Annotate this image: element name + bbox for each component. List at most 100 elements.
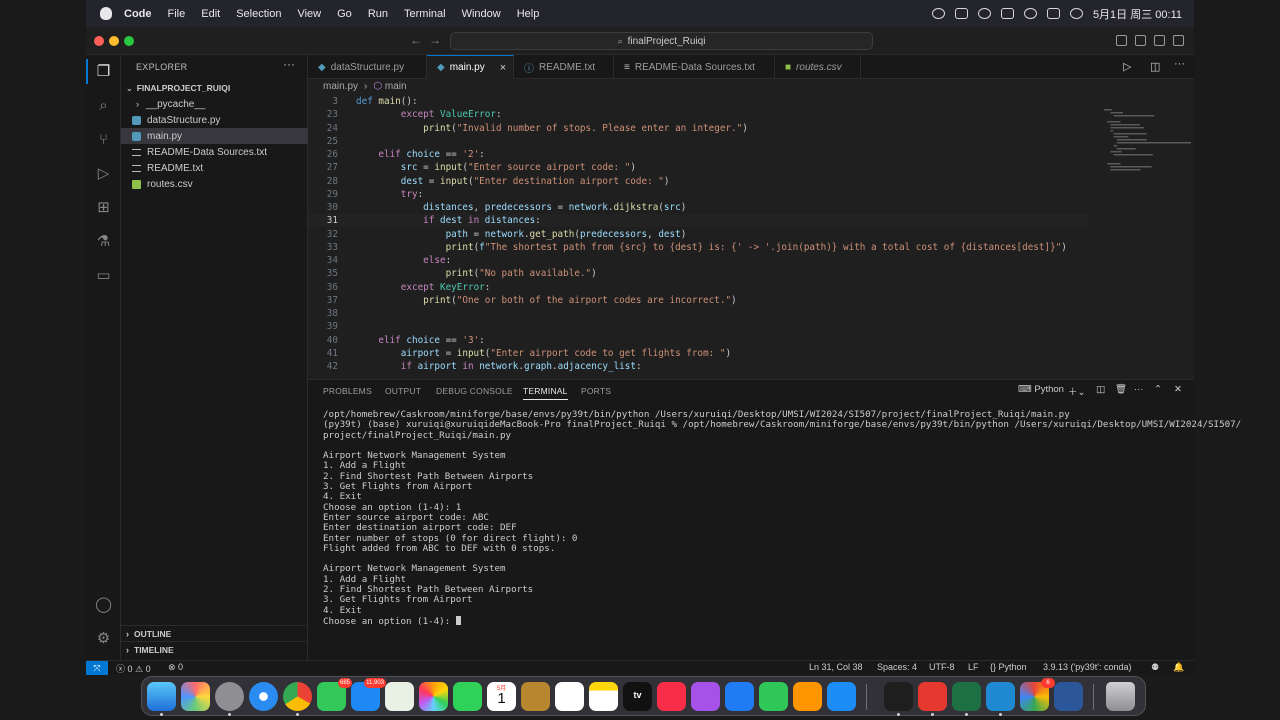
control-center-icon[interactable] — [1046, 8, 1060, 19]
pages-icon[interactable] — [793, 682, 822, 711]
trash-icon[interactable]: 🗑 — [1115, 384, 1127, 395]
encoding[interactable]: UTF-8 — [929, 662, 955, 672]
source-control-icon[interactable]: ⑂ — [95, 131, 112, 148]
tree-item-routes[interactable]: routes.csv — [121, 176, 308, 192]
tab-ports[interactable]: PORTS — [581, 386, 611, 396]
reminders-icon[interactable] — [555, 682, 584, 711]
breadcrumb-file[interactable]: main.py — [323, 81, 358, 92]
timeline-section[interactable]: › TIMELINE — [121, 641, 308, 657]
tab-problems[interactable]: PROBLEMS — [323, 386, 372, 396]
screen-mirror-icon[interactable] — [954, 8, 968, 19]
system-settings-icon[interactable] — [215, 682, 244, 711]
back-arrow-icon[interactable]: ← — [410, 33, 422, 47]
more-actions-icon[interactable]: ··· — [283, 57, 295, 71]
tab-datastructure[interactable]: ◆ dataStructure.py — [308, 55, 427, 79]
accounts-icon[interactable]: ◯ — [95, 596, 112, 613]
toggle-panel-icon[interactable] — [1135, 35, 1146, 46]
notifications-icon[interactable]: 🔔 — [1173, 662, 1184, 673]
code-line[interactable]: 30 distances, predecessors = network.dij… — [308, 201, 1088, 214]
code-line[interactable]: 25 — [308, 135, 1088, 148]
code-line[interactable]: 28 dest = input("Enter destination airpo… — [308, 175, 1088, 188]
menu-view[interactable]: View — [297, 8, 321, 20]
code-line[interactable]: 35 print("No path available.") — [308, 267, 1088, 280]
clock[interactable]: 5月1日 周三 00:11 — [1093, 6, 1182, 22]
code-line[interactable]: 37 print("One or both of the airport cod… — [308, 294, 1088, 307]
tab-readme-data-sources[interactable]: ≡ README-Data Sources.txt — [614, 55, 775, 79]
gear-icon[interactable]: ⚙ — [95, 630, 112, 647]
cursor-position[interactable]: Ln 31, Col 38 — [809, 662, 863, 672]
testing-icon[interactable]: ⚗ — [95, 233, 112, 250]
messages-icon[interactable]: 685 — [317, 678, 352, 711]
code-line[interactable]: 33 print(f"The shortest path from {src} … — [308, 241, 1088, 254]
safari-icon[interactable] — [249, 682, 278, 711]
terminal-output[interactable]: /opt/homebrew/Caskroom/miniforge/base/en… — [323, 409, 1241, 627]
code-line[interactable]: 42 if airport in network.graph.adjacency… — [308, 360, 1088, 373]
split-terminal-icon[interactable]: ◫ — [1096, 384, 1105, 395]
app-store-icon[interactable] — [827, 682, 856, 711]
code-line[interactable]: 40 elif choice == '3': — [308, 334, 1088, 347]
search-icon[interactable]: ⌕ — [95, 97, 112, 114]
code-line[interactable]: 29 try: — [308, 188, 1088, 201]
code-line[interactable]: 3 def main(): — [308, 95, 1088, 108]
menu-run[interactable]: Run — [368, 8, 388, 20]
zoom-window-button[interactable] — [124, 36, 134, 46]
word-icon[interactable] — [1054, 682, 1083, 711]
finder-icon[interactable] — [147, 682, 176, 711]
forward-arrow-icon[interactable]: → — [429, 33, 441, 47]
ports-status[interactable]: ⊗ 0 — [168, 662, 183, 673]
close-panel-icon[interactable]: ✕ — [1174, 384, 1182, 395]
more-actions-icon[interactable]: ··· — [1134, 384, 1144, 395]
end-of-line[interactable]: LF — [968, 662, 979, 672]
more-actions-icon[interactable]: ··· — [1174, 58, 1185, 70]
numbers-icon[interactable] — [759, 682, 788, 711]
microsoft-office-icon[interactable]: 6 — [1020, 678, 1055, 711]
tree-item-datastructure[interactable]: dataStructure.py — [121, 112, 308, 128]
tree-item-pycache[interactable]: › __pycache__ — [121, 96, 308, 112]
menu-edit[interactable]: Edit — [201, 8, 220, 20]
keynote-icon[interactable] — [725, 682, 754, 711]
code-line[interactable]: 23 except ValueError: — [308, 108, 1088, 121]
code-line[interactable]: 27 src = input("Enter source airport cod… — [308, 161, 1088, 174]
indentation[interactable]: Spaces: 4 — [877, 662, 917, 672]
menu-selection[interactable]: Selection — [236, 8, 281, 20]
trash-icon[interactable] — [1106, 682, 1135, 711]
run-python-file-icon[interactable]: ▷ — [1123, 60, 1131, 73]
record-icon[interactable] — [931, 8, 945, 19]
spotlight-icon[interactable] — [1023, 8, 1037, 19]
podcasts-icon[interactable] — [691, 682, 720, 711]
command-center[interactable]: ⌕ finalProject_Ruiqi — [450, 32, 873, 50]
tab-readme[interactable]: ⓘ README.txt — [514, 55, 614, 79]
code-line[interactable]: 24 print("Invalid number of stops. Pleas… — [308, 122, 1088, 135]
menu-terminal[interactable]: Terminal — [404, 8, 446, 20]
customize-layout-icon[interactable] — [1173, 35, 1184, 46]
photos-icon[interactable] — [419, 682, 448, 711]
code-line[interactable]: 32 path = network.get_path(predecessors,… — [308, 228, 1088, 241]
menu-file[interactable]: File — [168, 8, 186, 20]
split-editor-icon[interactable]: ◫ — [1150, 60, 1160, 73]
contacts-icon[interactable] — [521, 682, 550, 711]
new-terminal-icon[interactable]: ＋⌄ — [1068, 384, 1085, 398]
tree-item-main[interactable]: main.py — [121, 128, 308, 144]
wps-office-icon[interactable] — [918, 682, 947, 711]
vscode-icon[interactable] — [986, 682, 1015, 711]
menu-go[interactable]: Go — [337, 8, 352, 20]
copilot-icon[interactable]: ⚉ — [1151, 662, 1159, 673]
mail-icon[interactable]: 11,903 — [351, 678, 386, 711]
facetime-icon[interactable] — [453, 682, 482, 711]
toggle-secondary-sidebar-icon[interactable] — [1154, 35, 1165, 46]
code-line[interactable]: 36 except KeyError: — [308, 281, 1088, 294]
remote-indicator-icon[interactable]: ⤧ — [86, 661, 108, 675]
music-icon[interactable] — [657, 682, 686, 711]
apple-icon[interactable] — [100, 7, 112, 20]
tree-item-readme[interactable]: README.txt — [121, 160, 308, 176]
tab-output[interactable]: OUTPUT — [385, 386, 421, 396]
run-debug-icon[interactable]: ▷ — [95, 165, 112, 182]
python-interpreter[interactable]: 3.9.13 ('py39t': conda) — [1043, 662, 1132, 672]
workspace-folder[interactable]: ⌄ FINALPROJECT_RUIQI — [121, 80, 308, 96]
minimize-window-button[interactable] — [109, 36, 119, 46]
menu-window[interactable]: Window — [462, 8, 501, 20]
explorer-icon[interactable]: ❐ — [86, 59, 112, 84]
chrome-icon[interactable] — [283, 682, 312, 711]
airdrop-icon[interactable] — [977, 8, 991, 19]
breadcrumb-symbol[interactable]: ⬡ main — [373, 81, 406, 92]
